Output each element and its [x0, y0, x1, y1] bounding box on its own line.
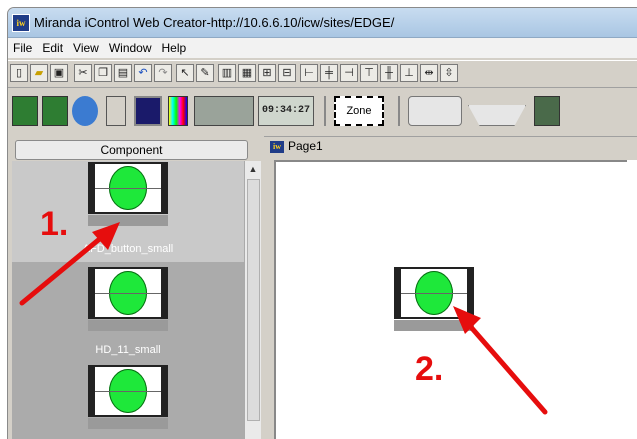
step1-label: 1.: [40, 205, 69, 243]
arrow-step1: [19, 222, 120, 306]
step2-label: 2.: [415, 350, 444, 388]
arrow-step2: [453, 306, 548, 415]
annotation-arrows: [19, 222, 548, 415]
